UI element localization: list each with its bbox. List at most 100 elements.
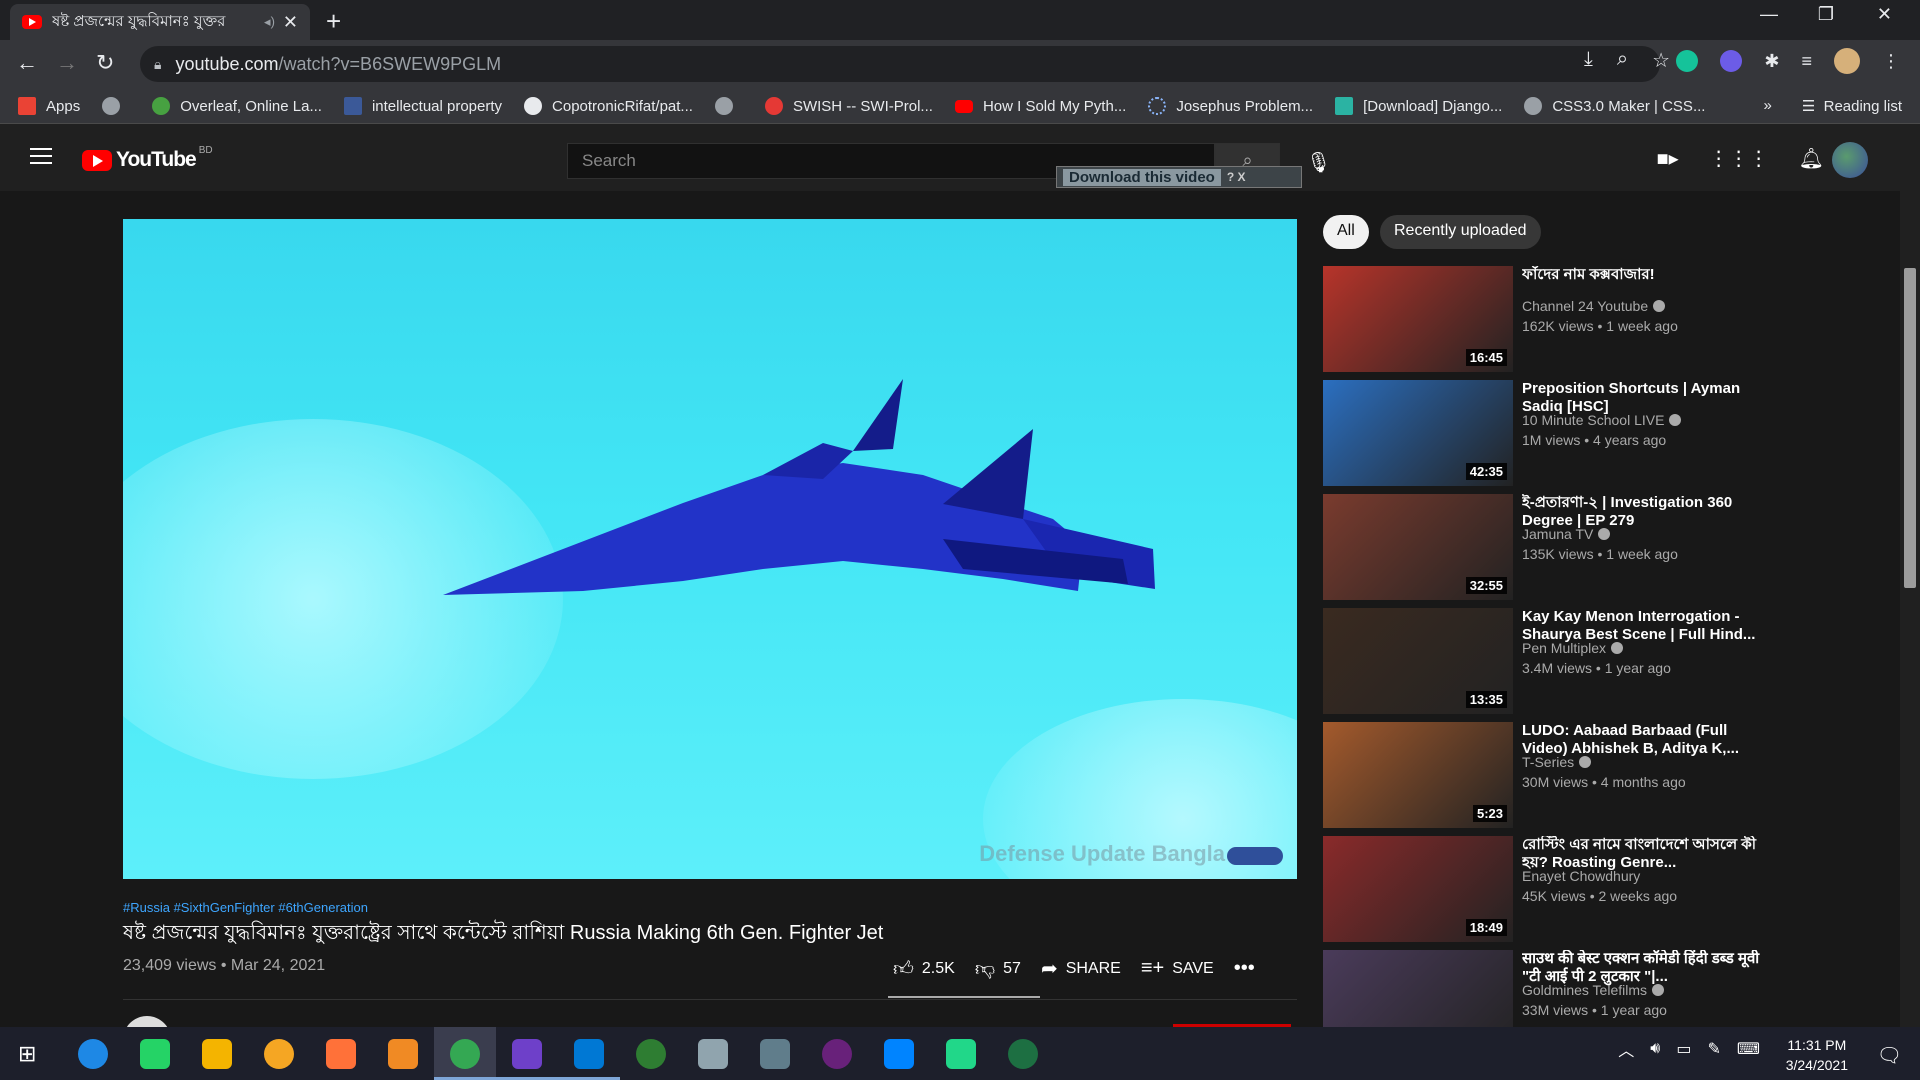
bookmark-globe-2[interactable] (714, 97, 743, 115)
taskbar-app-icon[interactable] (698, 1039, 728, 1069)
share-button[interactable]: ➦ SHARE (1041, 956, 1121, 981)
tray-overflow-icon[interactable]: ︿ (1618, 1037, 1634, 1061)
taskbar-app-icon[interactable] (264, 1039, 294, 1069)
taskbar-visual-studio-icon[interactable] (822, 1039, 852, 1069)
install-icon[interactable]: ⤓ (1584, 48, 1593, 73)
bookmark-overleaf[interactable]: Overleaf, Online La... (152, 97, 322, 115)
create-video-icon[interactable]: ■▸ (1656, 146, 1678, 171)
bookmark-globe[interactable] (102, 97, 130, 115)
taskbar-search-icon[interactable] (78, 1039, 108, 1069)
dislike-button[interactable]: 👎︎ 57 (975, 957, 1021, 981)
windows-start-icon[interactable]: ⊞ (18, 1041, 36, 1067)
forward-icon[interactable]: → (56, 50, 78, 76)
zoom-icon[interactable]: ⌕ (1617, 48, 1628, 73)
network-icon[interactable]: ▭ (1676, 1039, 1691, 1059)
voice-search-icon[interactable]: 🎙︎ (1306, 150, 1331, 175)
recommendation-title[interactable]: LUDO: Aabaad Barbaad (Full Video) Abhish… (1522, 722, 1762, 758)
recommendation-channel[interactable]: T-Series (1522, 754, 1762, 770)
video-thumbnail[interactable]: 13:35 (1323, 608, 1513, 714)
video-thumbnail[interactable]: 18:49 (1323, 836, 1513, 942)
bookmark-apps[interactable]: Apps (18, 97, 80, 115)
video-player[interactable]: Defense Update Bangla (123, 219, 1297, 879)
window-close-icon[interactable]: ✕ (1877, 4, 1892, 25)
taskbar-clock[interactable]: 11:31 PM 3/24/2021 (1786, 1035, 1848, 1075)
taskbar-pycharm-icon[interactable] (946, 1039, 976, 1069)
bookmark-django[interactable]: [Download] Django... (1335, 97, 1502, 115)
taskbar-github-desktop-icon[interactable] (512, 1039, 542, 1069)
recommendation-title[interactable]: ই-প্রতারণা-২ | Investigation 360 Degree … (1522, 494, 1762, 530)
subscribe-watermark-badge[interactable] (1227, 847, 1283, 865)
video-thumbnail[interactable]: 5:23 (1323, 722, 1513, 828)
taskbar-app-icon[interactable] (636, 1039, 666, 1069)
more-bookmarks-icon[interactable]: » (1763, 97, 1771, 115)
download-video-button[interactable]: Download this video (1063, 168, 1221, 186)
bookmark-youtube[interactable]: How I Sold My Pyth... (954, 98, 1126, 115)
recommendation-item[interactable]: 18:49 রোস্টিং এর নামে বাংলাদেশে আসলে কী হ… (1323, 836, 1763, 942)
bookmark-josephus[interactable]: Josephus Problem... (1148, 97, 1313, 115)
minimize-icon[interactable]: — (1760, 4, 1778, 25)
taskbar-whatsapp-icon[interactable] (140, 1039, 170, 1069)
account-avatar[interactable] (1832, 142, 1868, 178)
media-controls-icon[interactable]: ≡ (1801, 51, 1812, 72)
bookmark-star-icon[interactable]: ☆ (1652, 48, 1670, 73)
recommendation-channel[interactable]: Jamuna TV (1522, 526, 1762, 542)
recommendation-item[interactable]: 13:35 Kay Kay Menon Interrogation - Shaur… (1323, 608, 1763, 714)
browser-tab-active[interactable]: ষষ্ট প্রজন্মের যুদ্ধবিমানঃ যুক্তর ◂) ✕ (10, 4, 310, 40)
video-thumbnail[interactable]: 32:55 (1323, 494, 1513, 600)
recommendation-item[interactable]: 42:35 Preposition Shortcuts | Ayman Sadiq… (1323, 380, 1763, 486)
recommendation-title[interactable]: साउथ की बेस्ट एक्शन कॉमेडी हिंदी डब्ड मू… (1522, 950, 1762, 986)
notifications-bell-icon[interactable]: 🔔︎ (1799, 146, 1824, 171)
bookmark-github[interactable]: CopotronicRifat/pat... (524, 97, 693, 115)
extension-icon[interactable] (1720, 50, 1743, 72)
recommendation-item[interactable]: 16:45 ফাঁদের নাম কক্সবাজার! Channel 24 You… (1323, 266, 1763, 372)
taskbar-firefox-icon[interactable] (326, 1039, 356, 1069)
download-help-close[interactable]: ? X (1227, 170, 1246, 184)
video-thumbnail[interactable]: 16:45 (1323, 266, 1513, 372)
apps-icon[interactable]: ⋮⋮⋮ (1709, 146, 1769, 171)
grammarly-extension-icon[interactable] (1676, 50, 1699, 72)
taskbar-file-explorer-icon[interactable] (202, 1039, 232, 1069)
reading-list[interactable]: ☰ Reading list (1802, 97, 1902, 115)
lock-icon[interactable]: 🔒︎ (154, 56, 161, 73)
taskbar-vscode-icon[interactable] (574, 1039, 604, 1069)
taskbar-app-icon[interactable] (760, 1039, 790, 1069)
video-thumbnail[interactable]: 42:35 (1323, 380, 1513, 486)
page-scrollbar[interactable] (1900, 124, 1920, 1027)
recommendation-channel[interactable]: Channel 24 Youtube (1522, 298, 1762, 314)
audio-icon[interactable]: ◂) (264, 14, 275, 30)
recommendation-item[interactable]: 5:23 LUDO: Aabaad Barbaad (Full Video) Ab… (1323, 722, 1763, 828)
recommendation-title[interactable]: ফাঁদের নাম কক্সবাজার! (1522, 266, 1762, 284)
volume-icon[interactable]: 🔊︎ (1650, 1040, 1660, 1058)
chip-all[interactable]: All (1323, 215, 1369, 249)
recommendation-title[interactable]: রোস্টিং এর নামে বাংলাদেশে আসলে কী হয়? R… (1522, 836, 1762, 872)
like-button[interactable]: 👍︎ 2.5K (893, 957, 955, 981)
bookmark-css-maker[interactable]: CSS3.0 Maker | CSS... (1524, 97, 1705, 115)
recommendation-title[interactable]: Kay Kay Menon Interrogation - Shaurya Be… (1522, 608, 1762, 644)
bookmark-swish[interactable]: SWISH -- SWI-Prol... (764, 97, 933, 115)
taskbar-messenger-icon[interactable] (884, 1039, 914, 1069)
menu-icon[interactable] (30, 148, 52, 164)
download-video-bar[interactable]: Download this video ? X (1056, 166, 1302, 188)
recommendation-title[interactable]: Preposition Shortcuts | Ayman Sadiq [HSC… (1522, 380, 1762, 416)
bookmark-intellectual-property[interactable]: intellectual property (343, 97, 502, 115)
scrollbar-thumb[interactable] (1904, 268, 1916, 588)
reload-icon[interactable]: ↻ (96, 50, 114, 76)
back-icon[interactable]: ← (16, 50, 38, 76)
chip-recently-uploaded[interactable]: Recently uploaded (1380, 215, 1541, 249)
new-tab-icon[interactable]: + (326, 6, 341, 37)
recommendation-channel[interactable]: Pen Multiplex (1522, 640, 1762, 656)
video-hashtags[interactable]: #Russia #SixthGenFighter #6thGeneration (123, 900, 368, 915)
url-bar[interactable]: 🔒︎ youtube.com/watch?v=B6SWEW9PGLM (140, 46, 1660, 82)
more-actions-button[interactable]: ••• (1234, 957, 1255, 980)
recommendation-item[interactable]: 32:55 ই-প্রতারণা-২ | Investigation 360 De… (1323, 494, 1763, 600)
notification-center-icon[interactable]: 🗨︎ (1877, 1043, 1902, 1068)
browser-menu-icon[interactable]: ⋮ (1882, 51, 1900, 72)
taskbar-excel-icon[interactable] (1008, 1039, 1038, 1069)
youtube-logo[interactable]: YouTube BD (82, 145, 213, 172)
profile-avatar[interactable] (1834, 48, 1860, 74)
recommendation-channel[interactable]: Goldmines Telefilms (1522, 982, 1762, 998)
recommendation-channel[interactable]: Enayet Chowdhury (1522, 868, 1762, 884)
keyboard-icon[interactable]: ⌨ (1737, 1039, 1760, 1059)
taskbar-app-icon[interactable] (388, 1039, 418, 1069)
save-button[interactable]: ≡+ SAVE (1141, 957, 1214, 980)
